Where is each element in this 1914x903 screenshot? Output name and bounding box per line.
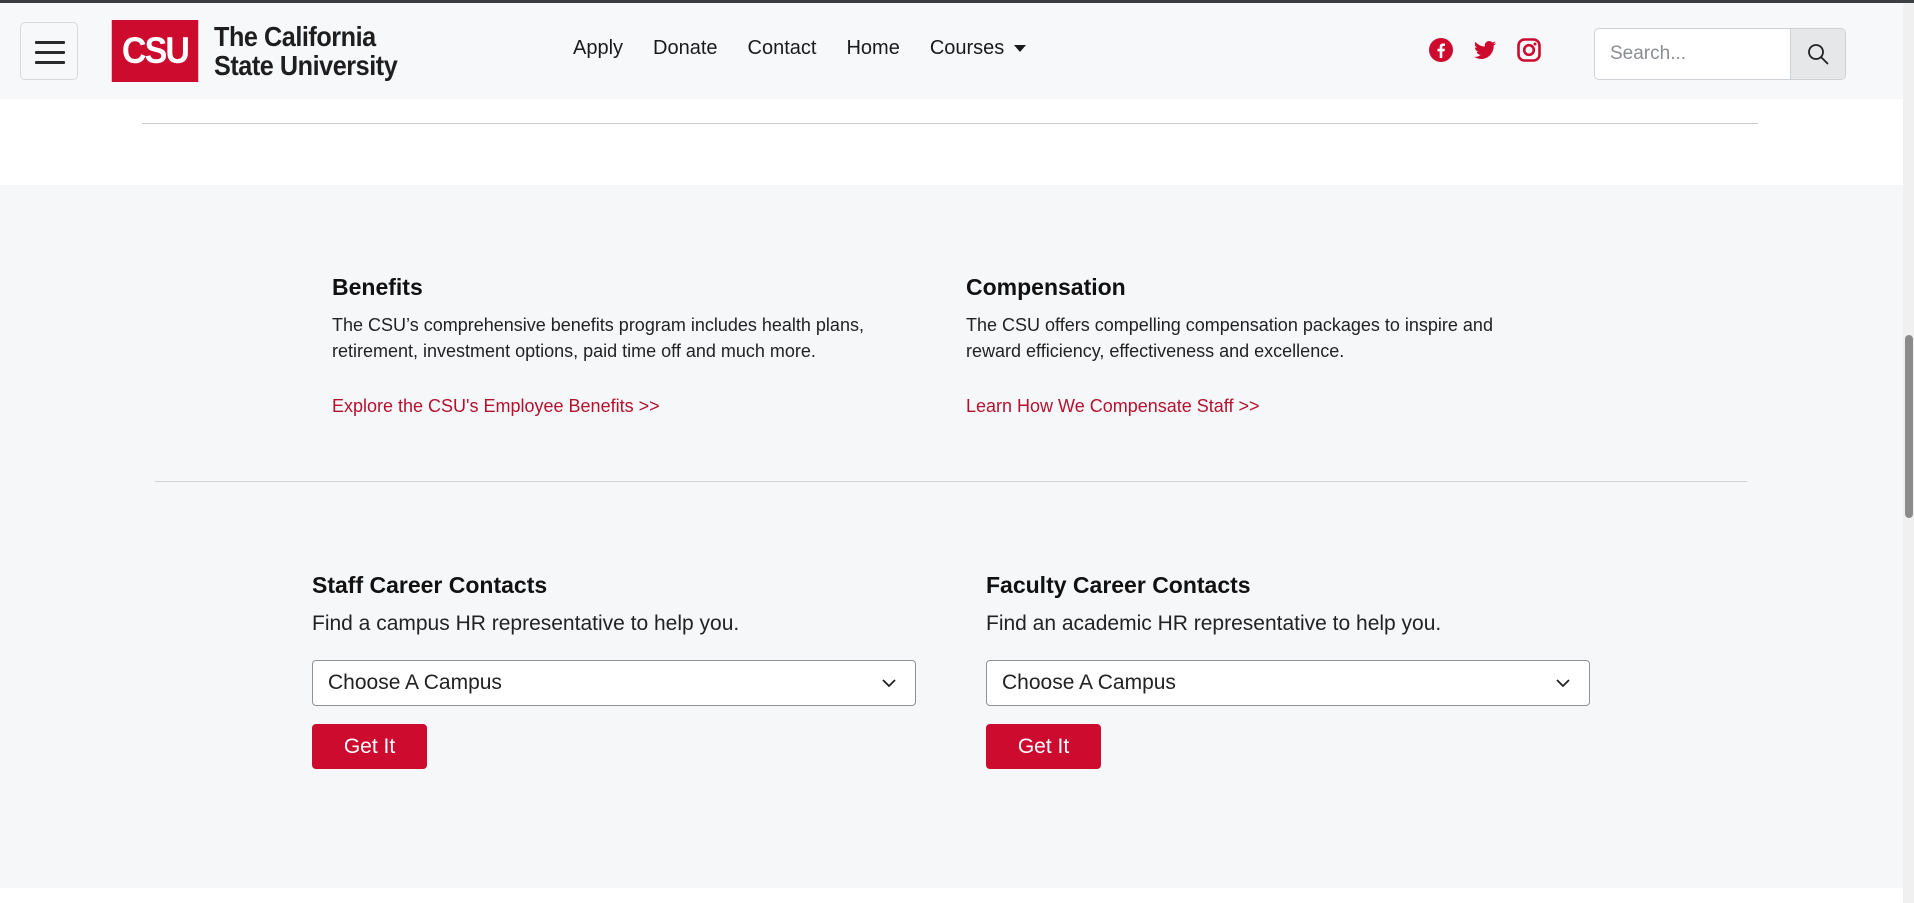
nav-contact[interactable]: Contact (748, 37, 817, 60)
twitter-icon[interactable] (1472, 37, 1498, 63)
benefits-text-line: retirement, investment options, paid tim… (332, 341, 816, 361)
compensation-description: The CSU offers compelling compensation p… (966, 312, 1493, 364)
nav-home[interactable]: Home (846, 37, 899, 60)
csu-logo[interactable]: CSU The California State University (108, 19, 418, 83)
divider (142, 123, 1758, 124)
staff-contacts-title: Staff Career Contacts (312, 572, 548, 598)
staff-contacts-subtitle: Find a campus HR representative to help … (312, 612, 740, 635)
caret-down-icon (1014, 45, 1027, 52)
scrollbar-thumb[interactable] (1905, 335, 1913, 518)
staff-campus-select-value: Choose A Campus (328, 671, 502, 694)
compensation-title: Compensation (966, 274, 1126, 300)
nav-apply[interactable]: Apply (573, 37, 623, 60)
compensation-text-line: reward efficiency, effectiveness and exc… (966, 341, 1345, 361)
benefits-text-line: The CSU’s comprehensive benefits program… (332, 315, 864, 335)
benefits-title: Benefits (332, 274, 423, 300)
search-button[interactable] (1790, 29, 1845, 79)
logo-mark: CSU (111, 20, 199, 82)
hamburger-icon-line (35, 51, 65, 54)
faculty-contacts-subtitle: Find an academic HR representative to he… (986, 612, 1442, 635)
benefits-link[interactable]: Explore the CSU's Employee Benefits >> (332, 396, 660, 417)
benefits-contacts-section (0, 185, 1903, 888)
search-box (1594, 28, 1846, 80)
faculty-contacts-title: Faculty Career Contacts (986, 572, 1251, 598)
chevron-down-icon (1556, 679, 1570, 688)
hamburger-icon-line (35, 61, 65, 64)
nav-donate[interactable]: Donate (653, 37, 718, 60)
compensation-link[interactable]: Learn How We Compensate Staff >> (966, 396, 1260, 417)
instagram-icon[interactable] (1516, 37, 1542, 63)
main-nav: Apply Donate Contact Home Courses (573, 37, 1027, 60)
vertical-scrollbar[interactable] (1903, 3, 1914, 903)
chevron-down-icon (882, 679, 896, 688)
compensation-text-line: The CSU offers compelling compensation p… (966, 315, 1493, 335)
facebook-icon[interactable] (1428, 37, 1454, 63)
social-links (1428, 37, 1542, 63)
divider (155, 481, 1747, 482)
search-icon (1808, 44, 1829, 65)
faculty-campus-select[interactable]: Choose A Campus (986, 660, 1590, 706)
hamburger-icon (35, 41, 65, 44)
faculty-get-it-button[interactable]: Get It (986, 724, 1101, 769)
staff-get-it-button[interactable]: Get It (312, 724, 427, 769)
staff-campus-select[interactable]: Choose A Campus (312, 660, 916, 706)
logo-line-1: The California (214, 21, 376, 52)
logo-wordmark: The California State University (214, 21, 398, 81)
menu-toggle-button[interactable] (20, 22, 78, 80)
benefits-description: The CSU’s comprehensive benefits program… (332, 312, 864, 364)
page-bottom (0, 888, 1903, 903)
nav-courses-dropdown[interactable]: Courses (930, 37, 1027, 60)
logo-line-2: State University (214, 50, 398, 81)
site-header: CSU The California State University Appl… (0, 3, 1903, 99)
nav-courses[interactable]: Courses (930, 37, 1004, 60)
faculty-campus-select-value: Choose A Campus (1002, 671, 1176, 694)
